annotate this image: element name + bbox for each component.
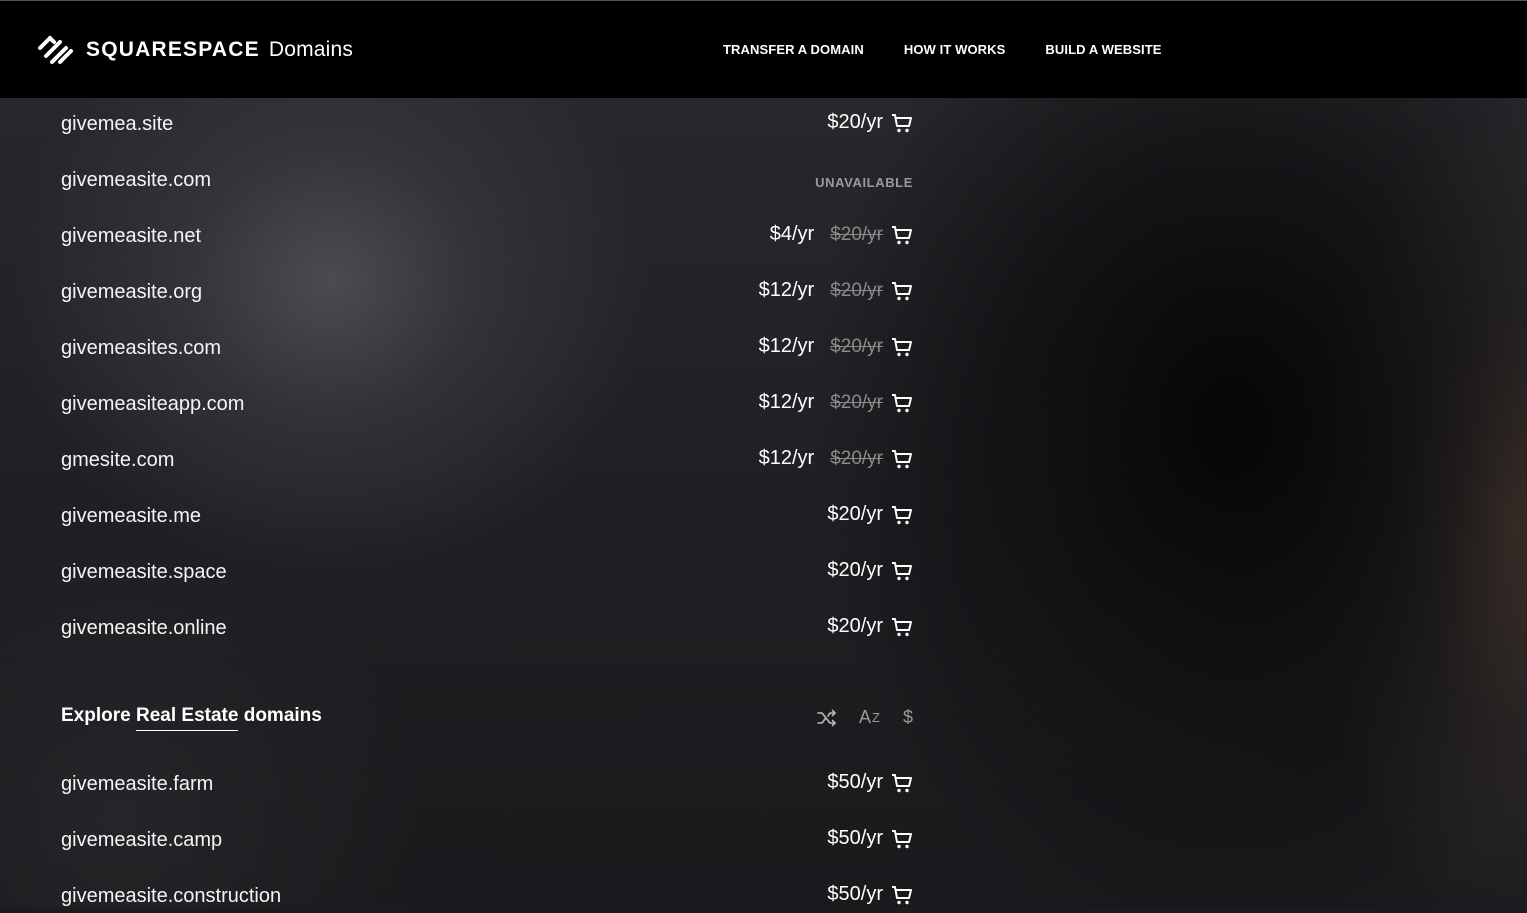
price-group: $20/yr [827,503,913,526]
price: $4/yr [769,223,815,245]
original-price: $20/yr [830,223,883,245]
domain-name: givemeasite.net [61,225,202,247]
domain-name: givemeasite.camp [61,829,223,851]
price: $12/yr [758,279,815,301]
domain-result-row[interactable]: givemeasite.me $20/yr [61,497,913,533]
add-to-cart-icon[interactable] [891,504,913,526]
sort-controls: AZ $ [795,707,913,728]
add-to-cart-icon[interactable] [891,336,913,358]
domain-name: gmesite.com [61,449,175,471]
add-to-cart-icon[interactable] [891,280,913,302]
domain-result-row[interactable]: givemea.site $20/yr [61,105,913,141]
price-group: $50/yr [827,771,913,794]
price: $50/yr [827,827,883,849]
brand-name: SQUARESPACE [86,38,260,61]
price-group: $12/yr $20/yr [759,335,913,358]
domain-result-row[interactable]: givemeasite.org $12/yr $20/yr [61,273,913,309]
section-title-prefix: Explore [61,705,136,726]
price: $20/yr [827,111,883,133]
domain-result-row[interactable]: givemeasite.net $4/yr $20/yr [61,217,913,253]
nav-transfer-domain[interactable]: TRANSFER A DOMAIN [723,42,864,57]
add-to-cart-icon[interactable] [891,560,913,582]
price: $20/yr [827,503,883,525]
squarespace-logo-icon [38,36,73,64]
sort-price-icon[interactable]: $ [903,707,913,728]
brand-subtitle: Domains [268,38,354,61]
original-price: $20/yr [830,335,883,357]
price-group: $12/yr $20/yr [759,391,913,414]
add-to-cart-icon[interactable] [891,224,913,246]
original-price: $20/yr [830,391,883,413]
section-title-suffix: domains [238,705,322,726]
price: $50/yr [827,883,883,905]
add-to-cart-icon[interactable] [891,772,913,794]
price: $20/yr [827,559,883,581]
domain-name: givemeasite.space [61,561,227,583]
price-group: $50/yr [827,883,913,906]
price: $12/yr [758,447,815,469]
original-price: $20/yr [830,279,883,301]
price: $50/yr [827,771,883,793]
domain-result-row[interactable]: givemeasite.farm $50/yr [61,765,913,801]
domain-result-row[interactable]: gmesite.com $12/yr $20/yr [61,441,913,477]
add-to-cart-icon[interactable] [891,392,913,414]
section-header: Explore Real Estate domains AZ $ [61,703,913,743]
price: $20/yr [827,615,883,637]
domain-name: givemeasiteapp.com [61,393,245,415]
domain-result-row[interactable]: givemeasite.camp $50/yr [61,821,913,857]
domain-result-row[interactable]: givemeasiteapp.com $12/yr $20/yr [61,385,913,421]
domain-result-row[interactable]: givemeasite.space $20/yr [61,553,913,589]
domain-result-row: givemeasite.com UNAVAILABLE [61,161,913,197]
price-group: $20/yr [827,111,913,134]
domain-result-row[interactable]: givemeasite.construction $50/yr [61,877,913,913]
domain-name: givemea.site [61,113,174,135]
search-results: givemea.site $20/yr givemeasite.com UNAV… [0,98,1527,907]
category-selector[interactable]: Real Estate [135,705,239,731]
nav-how-it-works[interactable]: HOW IT WORKS [904,42,1006,57]
price-group: $12/yr $20/yr [759,279,913,302]
top-nav-bar: SQUARESPACE Domains TRANSFER A DOMAIN HO… [0,0,1527,98]
add-to-cart-icon[interactable] [891,616,913,638]
add-to-cart-icon[interactable] [891,884,913,906]
add-to-cart-icon[interactable] [891,828,913,850]
domain-name: givemeasites.com [61,337,222,359]
unavailable-label: UNAVAILABLE [815,175,913,190]
sort-alpha-icon[interactable]: AZ [859,707,881,728]
original-price: $20/yr [830,447,883,469]
price-group: $50/yr [827,827,913,850]
price-group: $20/yr [827,559,913,582]
domain-result-row[interactable]: givemeasites.com $12/yr $20/yr [61,329,913,365]
squarespace-logo[interactable]: SQUARESPACE Domains [36,34,353,66]
price-group: $12/yr $20/yr [759,447,913,470]
main-nav: TRANSFER A DOMAIN HOW IT WORKS BUILD A W… [723,42,1202,57]
domain-name: givemeasite.farm [61,773,214,795]
add-to-cart-icon[interactable] [891,112,913,134]
domain-name: givemeasite.org [61,281,203,303]
domain-result-row[interactable]: givemeasite.online $20/yr [61,609,913,645]
domain-name: givemeasite.construction [61,885,282,907]
sort-alpha-a: A [859,707,873,727]
sort-alpha-z: Z [872,710,881,725]
shuffle-icon[interactable] [817,709,837,727]
price-group: $4/yr $20/yr [770,223,913,246]
price: $12/yr [758,335,815,357]
domain-name: givemeasite.online [61,617,227,639]
nav-build-website[interactable]: BUILD A WEBSITE [1045,42,1161,57]
domain-name: givemeasite.com [61,169,212,191]
add-to-cart-icon[interactable] [891,448,913,470]
section-title: Explore Real Estate domains [61,705,322,731]
price-group: $20/yr [827,615,913,638]
price: $12/yr [758,391,815,413]
domain-name: givemeasite.me [61,505,202,527]
